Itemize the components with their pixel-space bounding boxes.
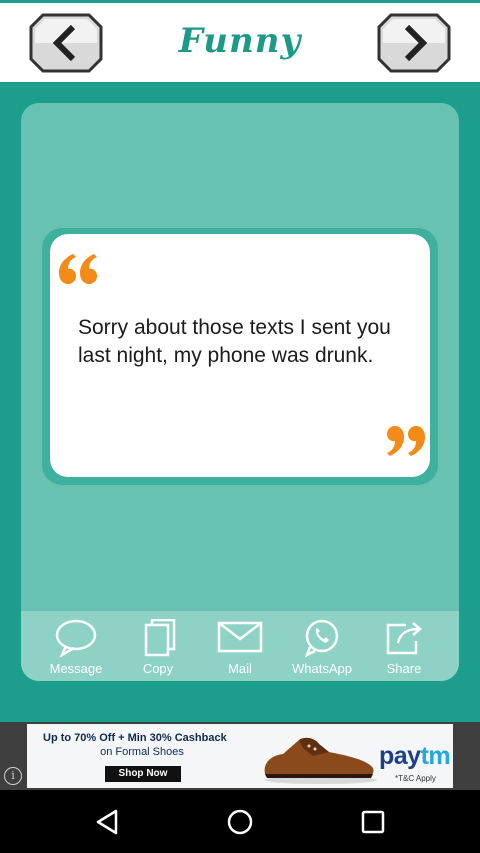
quote-card: Sorry about those texts I sent you last … xyxy=(21,103,459,681)
mail-button[interactable]: Mail xyxy=(199,611,281,681)
chat-bubble-icon xyxy=(55,619,97,657)
close-quote-icon xyxy=(387,426,425,456)
whatsapp-button[interactable]: WhatsApp xyxy=(281,611,363,681)
ad-area: i Up to 70% Off + Min 30% Cashback on Fo… xyxy=(0,722,480,790)
back-icon[interactable] xyxy=(94,808,122,836)
ad-subline: on Formal Shoes xyxy=(100,746,184,758)
mail-label: Mail xyxy=(228,661,252,676)
home-icon[interactable] xyxy=(226,808,254,836)
message-label: Message xyxy=(49,661,103,676)
previous-button[interactable] xyxy=(29,13,103,73)
recents-icon[interactable] xyxy=(359,808,387,836)
whatsapp-icon xyxy=(304,619,339,657)
info-icon[interactable]: i xyxy=(4,767,22,785)
copy-icon xyxy=(144,619,176,657)
next-button[interactable] xyxy=(377,13,451,73)
quote-box: Sorry about those texts I sent you last … xyxy=(50,234,430,477)
ad-brand-logo: paytm xyxy=(379,742,451,770)
shoe-image xyxy=(264,737,377,784)
message-button[interactable]: Message xyxy=(35,611,117,681)
chevron-right-icon xyxy=(377,13,451,73)
copy-button[interactable]: Copy xyxy=(117,611,199,681)
copy-label: Copy xyxy=(142,661,174,676)
app-header: Funny xyxy=(0,0,480,82)
open-quote-icon xyxy=(59,254,97,284)
ad-banner[interactable]: Up to 70% Off + Min 30% Cashback on Form… xyxy=(27,724,453,788)
share-icon xyxy=(386,622,422,655)
share-button[interactable]: Share xyxy=(363,611,445,681)
whatsapp-label: WhatsApp xyxy=(292,661,352,676)
action-bar: Message Copy Mail WhatsApp Share xyxy=(21,611,459,681)
page-title: Funny xyxy=(178,21,302,61)
chevron-left-icon xyxy=(29,13,103,73)
ad-headline: Up to 70% Off + Min 30% Cashback xyxy=(43,732,227,744)
ad-terms: *T&C Apply xyxy=(395,774,436,783)
shop-now-button[interactable]: Shop Now xyxy=(105,766,181,782)
quote-frame: Sorry about those texts I sent you last … xyxy=(42,228,438,485)
mail-icon xyxy=(217,621,263,653)
share-label: Share xyxy=(386,661,422,676)
quote-text: Sorry about those texts I sent you last … xyxy=(78,316,391,367)
system-navigation-bar xyxy=(0,790,480,853)
